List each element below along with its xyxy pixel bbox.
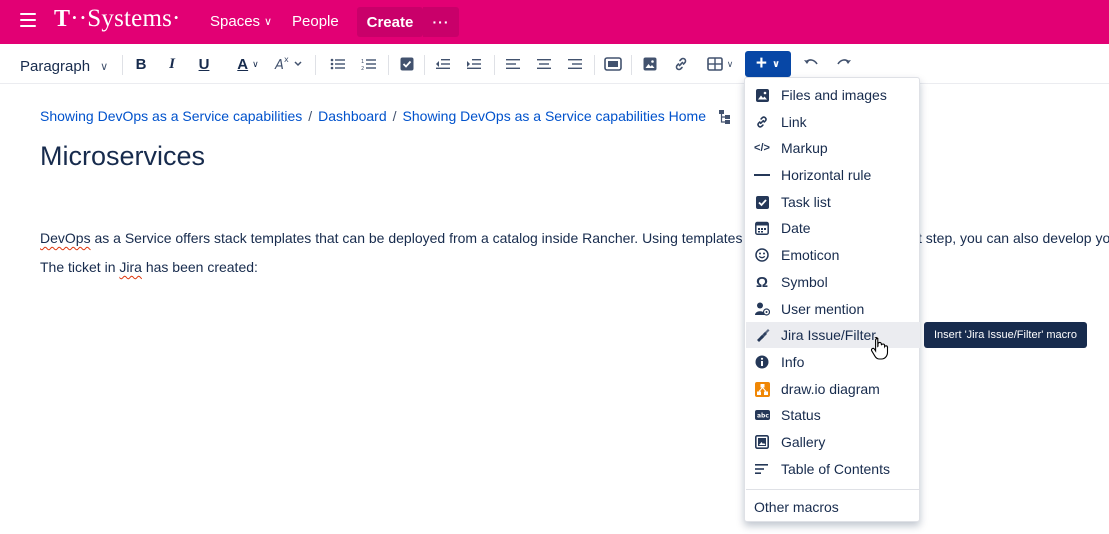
menu-item-files-and-images[interactable]: Files and images [746, 82, 920, 108]
numbered-list-button[interactable]: 12 [359, 53, 379, 75]
create-button[interactable]: Create [357, 7, 423, 37]
menu-item-gallery[interactable]: Gallery [746, 429, 920, 455]
menu-divider [746, 489, 920, 490]
menu-item-task-list[interactable]: Task list [746, 189, 920, 215]
svg-text:x: x [284, 56, 289, 64]
menu-item-status[interactable]: abc Status [746, 402, 920, 428]
insert-image-button[interactable] [641, 53, 659, 75]
jira-icon [754, 327, 770, 343]
align-center-button[interactable] [535, 53, 553, 75]
underline-button[interactable]: U [195, 53, 213, 75]
menu-item-markup[interactable]: </> Markup [746, 135, 920, 161]
body-paragraph[interactable]: DevOps as a Service offers stack templat… [40, 230, 742, 246]
italic-button[interactable]: I [163, 53, 181, 75]
menu-item-date[interactable]: Date [746, 215, 920, 241]
hamburger-menu-icon[interactable] [20, 13, 36, 29]
image-icon [643, 57, 657, 71]
body-paragraph[interactable]: The ticket in Jira has been created: [40, 259, 258, 275]
breadcrumb-link[interactable]: Dashboard [318, 108, 387, 124]
more-actions-button[interactable]: ··· [423, 7, 459, 37]
task-checkbox-icon [400, 57, 414, 71]
align-left-button[interactable] [504, 53, 522, 75]
menu-item-jira-issue-filter[interactable]: Jira Issue/Filter [746, 322, 920, 348]
toc-icon [754, 461, 770, 477]
bullet-list-icon [330, 58, 345, 70]
page-tree-icon[interactable] [719, 110, 731, 129]
people-link[interactable]: People [292, 13, 339, 30]
info-icon [754, 354, 770, 370]
page-layout-button[interactable] [603, 53, 623, 75]
spellcheck-word[interactable]: DevOps [40, 230, 91, 246]
menu-item-other-macros[interactable]: Other macros [754, 499, 839, 515]
text-style-icon: Ax [274, 56, 302, 72]
hand-pointer-cursor-icon [870, 336, 890, 365]
insert-link-button[interactable] [672, 53, 690, 75]
breadcrumb: Showing DevOps as a Service capabilities… [40, 108, 707, 124]
emoticon-icon [754, 247, 770, 263]
menu-item-symbol[interactable]: Ω Symbol [746, 269, 920, 295]
align-center-icon [537, 59, 551, 69]
spellcheck-word[interactable]: Jira [119, 259, 142, 275]
menu-item-horizontal-rule[interactable]: Horizontal rule [746, 162, 920, 188]
table-icon [706, 57, 723, 71]
menu-item-emoticon[interactable]: Emoticon [746, 242, 920, 268]
svg-text:1: 1 [361, 59, 364, 65]
svg-text:abc: abc [757, 413, 769, 420]
image-icon [754, 87, 770, 103]
paragraph-style-dropdown[interactable]: Paragraph ∨ [20, 55, 108, 77]
status-lozenge-icon: abc [754, 407, 770, 423]
spaces-menu[interactable]: Spaces ∨ [210, 13, 272, 30]
bullet-list-button[interactable] [328, 53, 348, 75]
menu-item-info[interactable]: Info [746, 349, 920, 375]
chevron-down-icon: ∨ [100, 60, 109, 73]
undo-icon [804, 59, 818, 65]
align-left-icon [506, 59, 520, 69]
numbered-list-icon: 12 [361, 59, 376, 71]
horizontal-rule-icon [754, 167, 770, 183]
insert-content-dropdown: Files and images Link </> Markup Horizon… [744, 77, 920, 522]
svg-text:2: 2 [361, 66, 364, 71]
calendar-icon [754, 220, 770, 236]
code-icon: </> [754, 142, 770, 154]
insert-table-button[interactable]: ∨ [703, 53, 737, 75]
breadcrumb-link[interactable]: Showing DevOps as a Service capabilities [40, 108, 302, 124]
breadcrumb-link[interactable]: Showing DevOps as a Service capabilities… [403, 108, 706, 124]
insert-more-content-button[interactable]: + ∨ [745, 51, 791, 77]
chevron-down-icon: ∨ [771, 58, 781, 70]
link-icon [675, 57, 687, 71]
text-color-button[interactable]: A ∨ [232, 53, 264, 75]
redo-icon [837, 59, 851, 65]
t-systems-logo[interactable]: T··Systems· [54, 5, 181, 33]
layout-icon [604, 57, 622, 71]
omega-icon: Ω [755, 273, 769, 291]
svg-text:A: A [274, 58, 284, 72]
outdent-icon [436, 59, 450, 69]
jira-macro-tooltip: Insert 'Jira Issue/Filter' macro [924, 322, 1087, 348]
align-right-icon [568, 59, 582, 69]
indent-icon [467, 59, 481, 69]
task-list-button[interactable] [398, 53, 416, 75]
outdent-button[interactable] [434, 53, 452, 75]
indent-button[interactable] [465, 53, 483, 75]
task-checkbox-icon [754, 194, 770, 210]
body-paragraph-continuation[interactable]: t step, you can also develop yo [918, 230, 1109, 246]
menu-item-drawio-diagram[interactable]: draw.io diagram [746, 376, 920, 402]
align-right-button[interactable] [566, 53, 584, 75]
undo-button[interactable] [801, 53, 821, 75]
bold-button[interactable]: B [132, 53, 150, 75]
menu-item-user-mention[interactable]: User mention [746, 296, 920, 322]
page-title[interactable]: Microservices [40, 141, 205, 172]
redo-button[interactable] [834, 53, 854, 75]
text-format-more-button[interactable]: Ax [272, 53, 306, 75]
chevron-down-icon: ∨ [264, 16, 273, 28]
link-icon [754, 114, 770, 130]
gallery-icon [754, 434, 770, 450]
editor-toolbar: Paragraph ∨ B I U A ∨ Ax 12 ∨ [0, 44, 1109, 84]
top-navigation-bar: T··Systems· Spaces ∨ People Create ··· [0, 0, 1109, 44]
menu-item-link[interactable]: Link [746, 109, 920, 135]
drawio-icon [754, 381, 770, 397]
menu-item-table-of-contents[interactable]: Table of Contents [746, 456, 920, 482]
user-mention-icon [754, 301, 770, 317]
